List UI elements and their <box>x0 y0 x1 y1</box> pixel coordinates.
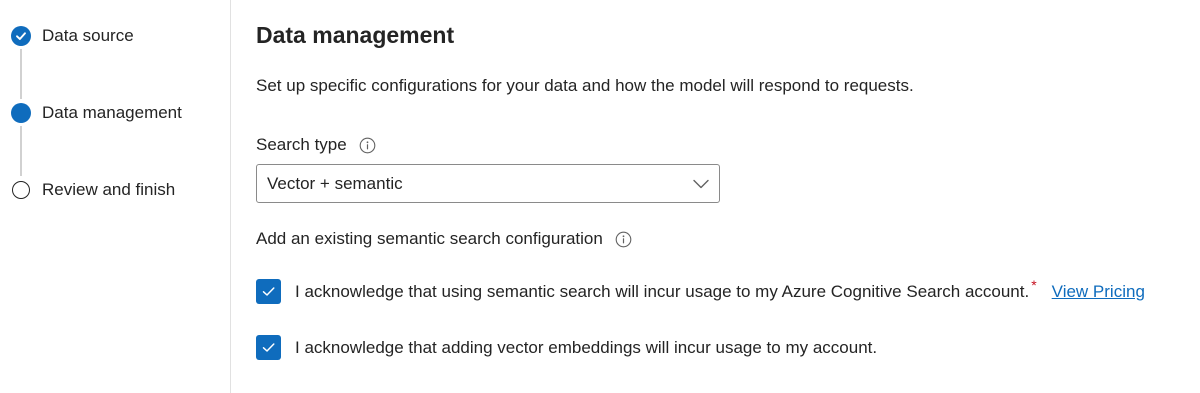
step-pending-circle-icon <box>12 181 30 199</box>
vector-embeddings-ack-checkbox[interactable] <box>256 335 281 360</box>
semantic-search-ack-text: I acknowledge that using semantic search… <box>295 281 1030 301</box>
checkmark-icon <box>262 287 275 296</box>
required-indicator: * <box>1031 276 1037 293</box>
step-label: Review and finish <box>42 180 176 199</box>
semantic-config-label: Add an existing semantic search configur… <box>256 229 632 249</box>
info-icon[interactable] <box>615 231 632 248</box>
vector-embeddings-ack-text: I acknowledge that adding vector embeddi… <box>295 337 878 357</box>
stepper-connector <box>20 126 22 176</box>
step-label: Data management <box>42 103 182 122</box>
page-description: Set up specific configurations for your … <box>256 76 914 95</box>
search-type-selected-value: Vector + semantic <box>267 173 403 193</box>
page-title: Data management <box>256 22 455 48</box>
step-completed-checkmark-icon <box>11 26 31 46</box>
semantic-search-ack-row: I acknowledge that using semantic search… <box>256 276 1145 304</box>
semantic-search-ack-checkbox[interactable] <box>256 279 281 304</box>
step-data-management[interactable]: Data management <box>11 102 182 124</box>
vector-embeddings-ack-row: I acknowledge that adding vector embeddi… <box>256 335 877 360</box>
step-data-source[interactable]: Data source <box>11 25 134 47</box>
info-icon[interactable] <box>359 137 376 154</box>
chevron-down-icon <box>691 174 711 194</box>
checkmark-icon <box>262 343 275 352</box>
step-review-and-finish[interactable]: Review and finish <box>11 179 175 201</box>
search-type-dropdown[interactable]: Vector + semantic <box>256 164 720 203</box>
view-pricing-link[interactable]: View Pricing <box>1052 282 1145 302</box>
wizard-stepper: Data source Data management Review and f… <box>0 0 231 393</box>
step-current-dot-icon <box>11 103 31 123</box>
stepper-connector <box>20 49 22 99</box>
step-label: Data source <box>42 26 134 45</box>
search-type-label-text: Search type <box>256 135 347 154</box>
search-type-label: Search type <box>256 135 376 155</box>
semantic-config-label-text: Add an existing semantic search configur… <box>256 229 603 248</box>
wizard-page: Data source Data management Review and f… <box>0 0 1200 393</box>
